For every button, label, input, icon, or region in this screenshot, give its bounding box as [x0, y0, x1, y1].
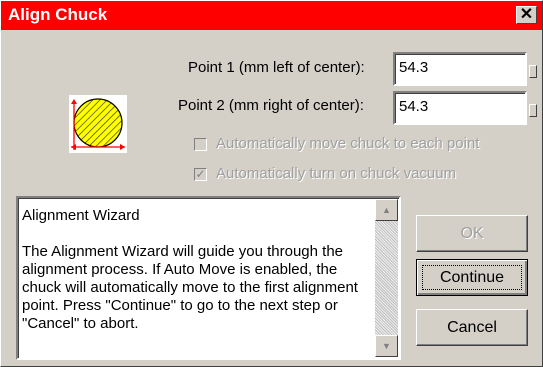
wizard-heading: Alignment Wizard [22, 207, 140, 224]
title-bar: Align Chuck ✕ [1, 1, 542, 30]
dialog-title: Align Chuck [8, 5, 108, 24]
auto-vacuum-label: Automatically turn on chuck vacuum [216, 165, 457, 182]
chevron-down-icon: ▼ [382, 341, 391, 351]
scroll-up-button[interactable]: ▲ [375, 199, 398, 221]
close-icon: ✕ [519, 6, 534, 23]
point2-label: Point 2 (mm right of center): [178, 97, 364, 114]
wizard-content: Alignment Wizard The Alignment Wizard wi… [22, 207, 372, 333]
auto-move-checkbox[interactable] [194, 138, 207, 151]
point2-spin-button[interactable] [529, 104, 537, 117]
wizard-scrollbar[interactable]: ▲ ▼ [375, 199, 398, 357]
auto-move-label: Automatically move chuck to each point [216, 135, 480, 152]
point1-spin-button[interactable] [529, 65, 537, 78]
wizard-textbox[interactable]: Alignment Wizard The Alignment Wizard wi… [16, 196, 401, 360]
cancel-button[interactable]: Cancel [416, 309, 528, 346]
auto-vacuum-checkbox[interactable]: ✓ [194, 168, 207, 181]
point1-input[interactable]: 54.3 [393, 52, 527, 86]
chuck-icon [69, 95, 127, 153]
chevron-up-icon: ▲ [382, 205, 391, 215]
align-chuck-dialog: Align Chuck ✕ Point 1 (mm left of center… [0, 0, 543, 367]
scroll-down-button[interactable]: ▼ [375, 335, 398, 357]
point2-input[interactable]: 54.3 [393, 91, 527, 125]
point1-label: Point 1 (mm left of center): [188, 59, 365, 76]
continue-button[interactable]: Continue [416, 259, 528, 296]
ok-button[interactable]: OK [416, 215, 528, 252]
close-button[interactable]: ✕ [516, 6, 537, 24]
continue-label: Continue [422, 265, 522, 290]
wizard-body: The Alignment Wizard will guide you thro… [22, 243, 358, 332]
